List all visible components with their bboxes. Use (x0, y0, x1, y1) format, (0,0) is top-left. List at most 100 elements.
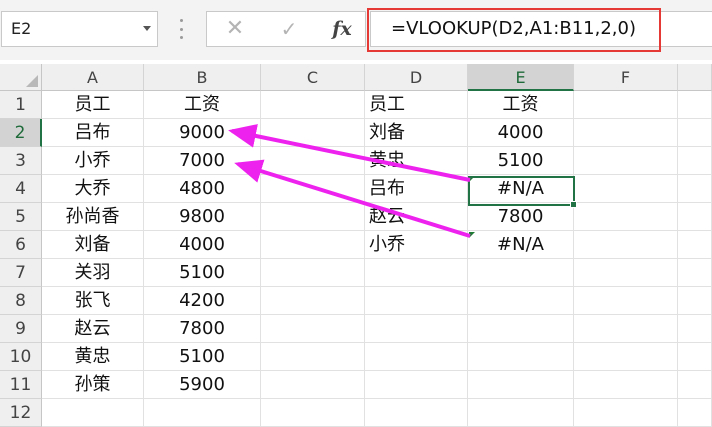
cell-b11[interactable]: 5900 (144, 371, 261, 399)
cell-a12[interactable] (42, 399, 144, 427)
cell-c6[interactable] (261, 231, 365, 259)
cell-f12[interactable] (574, 399, 678, 427)
cell-b5[interactable]: 9800 (144, 203, 261, 231)
cell-b10[interactable]: 5100 (144, 343, 261, 371)
column-header-f[interactable]: F (574, 64, 678, 91)
row-header-8[interactable]: 8 (0, 287, 42, 315)
cell-a1[interactable]: 员工 (42, 91, 144, 119)
cell-f8[interactable] (574, 287, 678, 315)
insert-function-button[interactable]: fx (322, 12, 362, 46)
cell-c5[interactable] (261, 203, 365, 231)
cell-a6[interactable]: 刘备 (42, 231, 144, 259)
cell-e12[interactable] (468, 399, 574, 427)
row-header-1[interactable]: 1 (0, 91, 42, 119)
cell-g8[interactable] (678, 287, 712, 315)
column-header-b[interactable]: B (144, 64, 261, 91)
cell-b2[interactable]: 9000 (144, 119, 261, 147)
cell-c7[interactable] (261, 259, 365, 287)
cell-g7[interactable] (678, 259, 712, 287)
cell-e1[interactable]: 工资 (468, 91, 574, 119)
cell-g12[interactable] (678, 399, 712, 427)
row-header-5[interactable]: 5 (0, 203, 42, 231)
cell-e5[interactable]: 7800 (468, 203, 574, 231)
check-icon[interactable]: ✓ (269, 12, 309, 46)
cell-g10[interactable] (678, 343, 712, 371)
cell-b12[interactable] (144, 399, 261, 427)
row-header-4[interactable]: 4 (0, 175, 42, 203)
cell-e8[interactable] (468, 287, 574, 315)
cell-a10[interactable]: 黄忠 (42, 343, 144, 371)
row-header-9[interactable]: 9 (0, 315, 42, 343)
cell-c12[interactable] (261, 399, 365, 427)
column-header-a[interactable]: A (42, 64, 144, 91)
cell-d10[interactable] (365, 343, 468, 371)
cell-f3[interactable] (574, 147, 678, 175)
column-header-c[interactable]: C (261, 64, 365, 91)
cell-g5[interactable] (678, 203, 712, 231)
formula-text[interactable]: =VLOOKUP(D2,A1:B11,2,0) (391, 11, 636, 47)
cell-b3[interactable]: 7000 (144, 147, 261, 175)
cell-a4[interactable]: 大乔 (42, 175, 144, 203)
cell-a8[interactable]: 张飞 (42, 287, 144, 315)
cell-a2[interactable]: 吕布 (42, 119, 144, 147)
column-header-next[interactable] (678, 64, 712, 91)
fill-handle[interactable] (570, 201, 577, 208)
drag-handle-icon[interactable] (180, 19, 183, 39)
cell-e11[interactable] (468, 371, 574, 399)
cell-d8[interactable] (365, 287, 468, 315)
cell-d7[interactable] (365, 259, 468, 287)
select-all-button[interactable] (0, 64, 42, 91)
error-indicator-icon[interactable] (469, 232, 475, 238)
cell-e7[interactable] (468, 259, 574, 287)
cell-g6[interactable] (678, 231, 712, 259)
cell-g3[interactable] (678, 147, 712, 175)
cell-d9[interactable] (365, 315, 468, 343)
cell-a9[interactable]: 赵云 (42, 315, 144, 343)
row-header-10[interactable]: 10 (0, 343, 42, 371)
cell-d2[interactable]: 刘备 (365, 119, 468, 147)
column-header-e[interactable]: E (468, 64, 574, 91)
cell-g4[interactable] (678, 175, 712, 203)
cell-f6[interactable] (574, 231, 678, 259)
cell-e2[interactable]: 4000 (468, 119, 574, 147)
cell-a7[interactable]: 关羽 (42, 259, 144, 287)
cell-f9[interactable] (574, 315, 678, 343)
row-header-12[interactable]: 12 (0, 399, 42, 427)
row-header-2[interactable]: 2 (0, 119, 42, 147)
cell-d1[interactable]: 员工 (365, 91, 468, 119)
row-header-6[interactable]: 6 (0, 231, 42, 259)
cell-e4[interactable]: #N/A (468, 175, 574, 203)
row-header-3[interactable]: 3 (0, 147, 42, 175)
cell-c2[interactable] (261, 119, 365, 147)
cell-g11[interactable] (678, 371, 712, 399)
cell-c8[interactable] (261, 287, 365, 315)
cell-d12[interactable] (365, 399, 468, 427)
cell-f2[interactable] (574, 119, 678, 147)
cell-d4[interactable]: 吕布 (365, 175, 468, 203)
cell-b9[interactable]: 7800 (144, 315, 261, 343)
cell-d6[interactable]: 小乔 (365, 231, 468, 259)
cell-f4[interactable] (574, 175, 678, 203)
cell-c3[interactable] (261, 147, 365, 175)
cell-e3[interactable]: 5100 (468, 147, 574, 175)
cell-a5[interactable]: 孙尚香 (42, 203, 144, 231)
cell-e6[interactable]: #N/A (468, 231, 574, 259)
cancel-icon[interactable]: ✕ (215, 12, 255, 46)
cell-a11[interactable]: 孙策 (42, 371, 144, 399)
cell-e10[interactable] (468, 343, 574, 371)
cell-f1[interactable] (574, 91, 678, 119)
cell-g2[interactable] (678, 119, 712, 147)
chevron-down-icon[interactable] (143, 26, 151, 31)
column-header-d[interactable]: D (365, 64, 468, 91)
cell-g1[interactable] (678, 91, 712, 119)
cell-b7[interactable]: 5100 (144, 259, 261, 287)
cell-c11[interactable] (261, 371, 365, 399)
cell-c10[interactable] (261, 343, 365, 371)
cell-f5[interactable] (574, 203, 678, 231)
cell-d11[interactable] (365, 371, 468, 399)
cell-g9[interactable] (678, 315, 712, 343)
row-header-11[interactable]: 11 (0, 371, 42, 399)
cell-f11[interactable] (574, 371, 678, 399)
cell-b6[interactable]: 4000 (144, 231, 261, 259)
cell-f10[interactable] (574, 343, 678, 371)
